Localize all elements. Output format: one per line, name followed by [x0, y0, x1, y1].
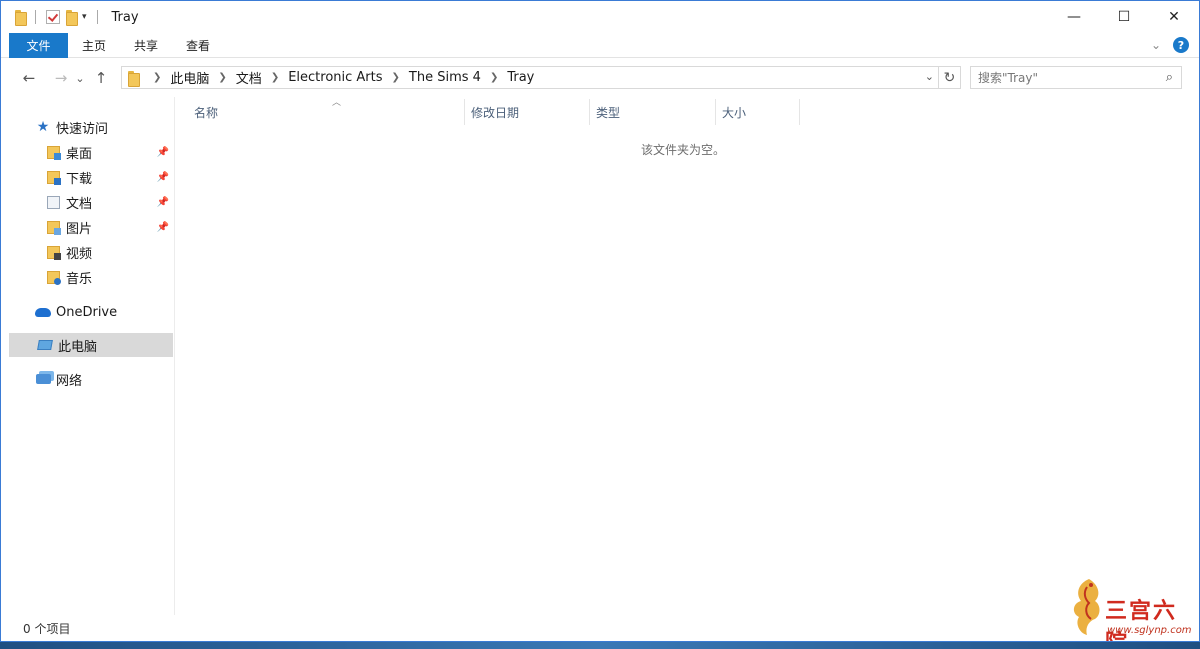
- tab-share[interactable]: 共享: [120, 33, 172, 58]
- network-icon: [35, 371, 51, 387]
- forward-button[interactable]: →: [49, 66, 73, 90]
- separator: [35, 10, 36, 24]
- sort-ascending-icon: ︿: [332, 98, 342, 108]
- documents-folder-icon: [45, 194, 61, 210]
- chevron-right-icon[interactable]: ❯: [392, 72, 400, 83]
- sidebar-item-label: 此电脑: [58, 339, 98, 355]
- empty-folder-message: 该文件夹为空。: [641, 143, 726, 157]
- column-header-date-modified[interactable]: 修改日期: [464, 99, 590, 125]
- item-count: 0 个项目: [23, 622, 71, 636]
- column-label: 类型: [596, 105, 621, 120]
- sidebar-item-videos[interactable]: 视频: [9, 240, 173, 264]
- search-icon[interactable]: ⌕: [1166, 70, 1173, 85]
- sidebar-item-onedrive[interactable]: OneDrive: [9, 300, 173, 324]
- column-header-size[interactable]: 大小: [716, 99, 800, 125]
- music-folder-icon: [45, 269, 61, 285]
- refresh-icon[interactable]: ↻: [939, 66, 961, 89]
- back-button[interactable]: ←: [17, 66, 41, 90]
- phoenix-logo-icon: [1073, 579, 1100, 635]
- sidebar-item-label: 视频: [66, 246, 93, 262]
- breadcrumb-tray[interactable]: Tray: [507, 70, 534, 85]
- quick-access-toolbar: ▾: [1, 10, 102, 26]
- folder-icon: [15, 10, 27, 26]
- breadcrumb: ❯ 此电脑 ❯ 文档 ❯ Electronic Arts ❯ The Sims …: [144, 68, 534, 87]
- maximize-button[interactable]: ☐: [1099, 1, 1149, 33]
- watermark-url: www.sglynp.com: [1107, 625, 1192, 636]
- pictures-folder-icon: [45, 219, 61, 235]
- window-title: Tray: [111, 9, 139, 25]
- chevron-right-icon[interactable]: ❯: [490, 72, 498, 83]
- properties-icon[interactable]: [46, 10, 60, 24]
- column-label: 名称: [194, 105, 219, 120]
- sidebar-item-label: 网络: [56, 373, 83, 389]
- chevron-down-icon[interactable]: ⌄: [1151, 38, 1161, 52]
- sidebar-item-label: OneDrive: [56, 304, 118, 320]
- pin-icon[interactable]: 📌: [157, 197, 169, 208]
- sidebar-item-downloads[interactable]: 下载 📌: [9, 165, 173, 189]
- window-controls: — ☐ ✕: [1049, 1, 1199, 33]
- chevron-right-icon[interactable]: ❯: [153, 72, 161, 83]
- pin-icon[interactable]: 📌: [157, 147, 169, 158]
- sidebar-item-label: 文档: [66, 196, 93, 212]
- sidebar-item-quick-access[interactable]: ★ 快速访问: [9, 115, 173, 139]
- pin-icon[interactable]: 📌: [157, 172, 169, 183]
- breadcrumb-the-sims-4[interactable]: The Sims 4: [409, 70, 481, 85]
- star-icon: ★: [36, 119, 50, 135]
- tab-file[interactable]: 文件: [9, 32, 68, 58]
- sidebar-item-label: 桌面: [66, 146, 93, 162]
- help-icon[interactable]: ?: [1173, 37, 1189, 53]
- title-bar[interactable]: ▾ Tray — ☐ ✕: [1, 1, 1199, 33]
- navigation-pane: ★ 快速访问 桌面 📌 下载 📌 文档 📌 图片 📌 视频 音乐 OneDriv…: [1, 97, 175, 615]
- tab-home[interactable]: 主页: [68, 33, 120, 58]
- breadcrumb-electronic-arts[interactable]: Electronic Arts: [288, 70, 382, 85]
- status-bar: 0 个项目: [1, 615, 1199, 641]
- watermark: 三宫六院 www.sglynp.com: [1063, 573, 1199, 641]
- pin-icon[interactable]: 📌: [157, 222, 169, 233]
- chevron-right-icon[interactable]: ❯: [271, 72, 279, 83]
- column-label: 修改日期: [471, 105, 520, 120]
- search-input[interactable]: 搜索"Tray" ⌕: [970, 66, 1182, 89]
- column-label: 大小: [722, 105, 747, 120]
- recent-locations-button[interactable]: ⌄: [73, 66, 87, 90]
- taskbar-edge: [0, 642, 1200, 649]
- download-folder-icon: [45, 169, 61, 185]
- search-placeholder: 搜索"Tray": [978, 71, 1038, 85]
- desktop-folder-icon: [45, 144, 61, 160]
- column-header-type[interactable]: 类型: [590, 99, 716, 125]
- sidebar-item-pictures[interactable]: 图片 📌: [9, 215, 173, 239]
- sidebar-item-music[interactable]: 音乐: [9, 265, 173, 289]
- new-folder-icon[interactable]: [66, 10, 78, 26]
- customize-toolbar-icon[interactable]: ▾: [82, 12, 87, 22]
- navigation-bar: ← → ⌄ ↑ ❯ 此电脑 ❯ 文档 ❯ Electronic Arts ❯ T…: [1, 59, 1199, 97]
- chevron-right-icon[interactable]: ❯: [218, 72, 226, 83]
- breadcrumb-documents[interactable]: 文档: [236, 68, 262, 87]
- sidebar-item-this-pc[interactable]: 此电脑: [9, 333, 173, 357]
- ribbon-tabs: 文件 主页 共享 查看 ⌄ ?: [1, 32, 1199, 58]
- computer-icon: [37, 337, 53, 353]
- cloud-icon: [35, 304, 51, 320]
- close-button[interactable]: ✕: [1149, 1, 1199, 33]
- videos-folder-icon: [45, 244, 61, 260]
- sidebar-item-label: 图片: [66, 221, 93, 237]
- sidebar-item-desktop[interactable]: 桌面 📌: [9, 140, 173, 164]
- minimize-button[interactable]: —: [1049, 1, 1099, 33]
- sidebar-item-documents[interactable]: 文档 📌: [9, 190, 173, 214]
- chevron-down-icon[interactable]: ⌄: [925, 70, 934, 83]
- address-bar[interactable]: ❯ 此电脑 ❯ 文档 ❯ Electronic Arts ❯ The Sims …: [121, 66, 939, 89]
- explorer-window: ▾ Tray — ☐ ✕ 文件 主页 共享 查看 ⌄ ? ← → ⌄ ↑ ❯ 此…: [0, 0, 1200, 642]
- sidebar-item-label: 快速访问: [56, 121, 109, 137]
- sidebar-item-label: 下载: [66, 171, 93, 187]
- file-list-pane[interactable]: 名称 ︿ 修改日期 类型 大小 该文件夹为空。: [176, 97, 1199, 615]
- sidebar-item-label: 音乐: [66, 271, 93, 287]
- tab-view[interactable]: 查看: [172, 33, 224, 58]
- separator: [96, 10, 98, 24]
- folder-icon: [128, 70, 140, 87]
- breadcrumb-this-pc[interactable]: 此电脑: [170, 68, 209, 87]
- sidebar-item-network[interactable]: 网络: [9, 367, 173, 391]
- column-header-name[interactable]: 名称 ︿: [188, 98, 464, 125]
- ribbon-right-controls: ⌄ ?: [1151, 37, 1189, 53]
- up-button[interactable]: ↑: [89, 66, 113, 90]
